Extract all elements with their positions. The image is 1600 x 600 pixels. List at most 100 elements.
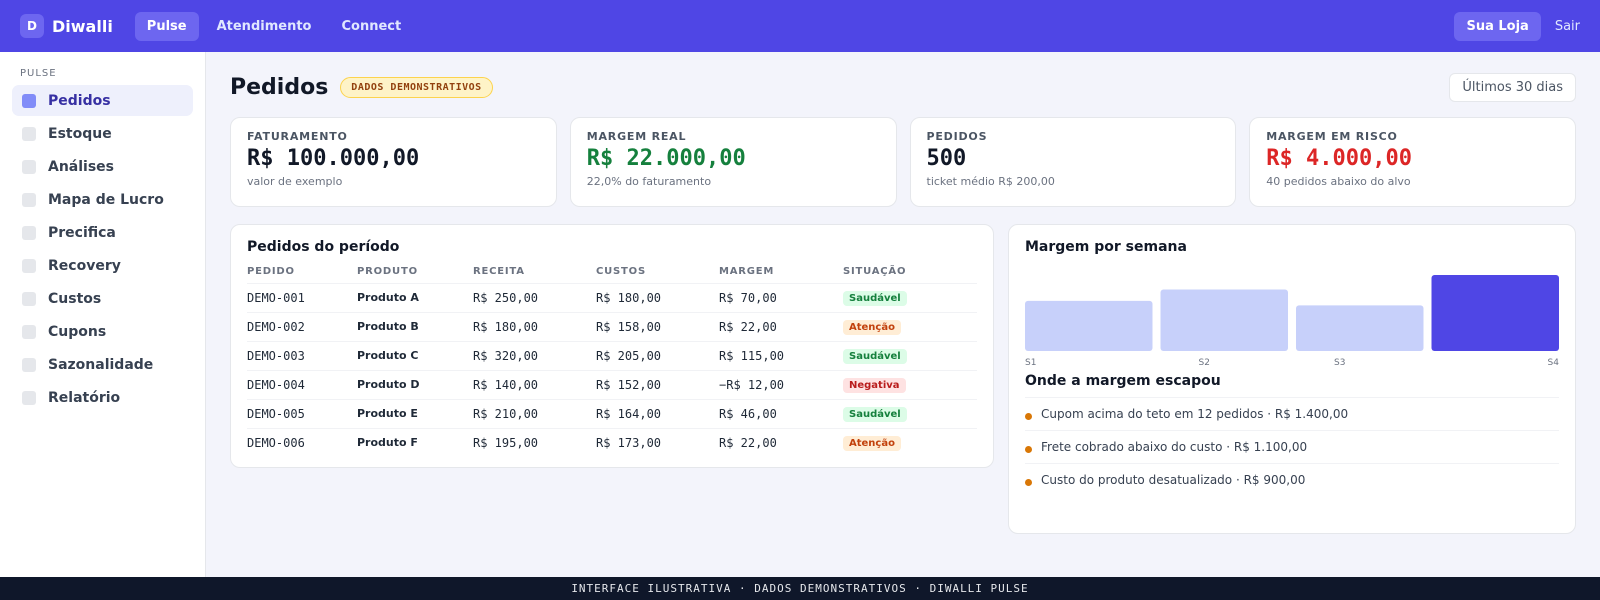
page-title: Pedidos [230,74,329,100]
list-item: Cupom acima do teto em 12 pedidos · R$ 1… [1025,397,1559,430]
order-id-cell: DEMO-001 [247,283,357,313]
status-badge: Saudável [843,348,907,364]
square-icon [22,159,36,174]
store-button[interactable]: Sua Loja [1454,11,1541,41]
square-icon [22,225,36,240]
order-id-cell: DEMO-003 [247,341,357,371]
square-icon [22,126,36,141]
kpi-subtext: 22,0% do faturamento [586,175,712,188]
leak-text: Frete cobrado abaixo do custo · R$ 1.100… [1041,440,1308,454]
costs-cell: R$ 205,00 [596,341,719,371]
sidebar-item-relatorio[interactable]: Relatório [12,382,193,413]
kpi-label: MARGEM EM RISCO [1266,130,1398,143]
order-id-cell: DEMO-006 [247,435,305,450]
status-cell: Atenção [843,428,977,457]
costs-cell: R$ 173,00 [596,435,662,450]
dot-icon [1025,413,1032,420]
margin-cell: R$ 70,00 [719,283,843,313]
costs-cell: R$ 164,00 [596,399,719,429]
sidebar-item-label: Recovery [48,257,121,274]
orders-table: PEDIDO PRODUTO RECEITA CUSTOS MARGEM SIT… [247,261,977,457]
period-selector[interactable]: Últimos 30 dias [1449,72,1576,102]
status-badge: Atenção [843,319,901,335]
product-cell: Produto D [357,370,473,400]
kpi-label: FATURAMENTO [247,130,348,143]
kpi-row: FATURAMENTO R$ 100.000,00 valor de exemp… [230,117,1576,207]
top-bar: D Diwalli Pulse Atendimento Connect Sua … [0,0,1600,52]
status-badge: Atenção [843,435,901,451]
table-row[interactable]: DEMO-004 Produto D R$ 140,00 R$ 152,00 −R$ 1… [247,370,977,400]
table-row[interactable]: DEMO-005 Produto E R$ 210,00 R$ 164,00 R$ 46… [247,399,977,429]
chart-bar-s2[interactable] [1160,289,1289,351]
column-header[interactable]: SITUAÇÃO [843,261,977,284]
kpi-subtext: valor de exemplo [247,175,343,188]
sidebar: PULSE Pedidos Estoque Análises Mapa de L… [0,52,206,577]
sidebar-item-label: Pedidos [48,92,111,109]
dot-icon [1025,446,1032,453]
nav-connect[interactable]: Connect [329,12,413,41]
margin-bar-chart: S1 S2 S3 S4 [1025,259,1559,369]
leak-title: Onde a margem escapou [1025,373,1221,389]
chart-bar-s4[interactable] [1431,275,1560,351]
sidebar-item-mapa-de-lucro[interactable]: Mapa de Lucro [12,184,193,215]
status-badge: Negativa [843,377,906,393]
sidebar-item-analises[interactable]: Análises [12,151,193,182]
status-cell: Saudável [843,283,977,313]
sidebar-item-label: Custos [48,290,102,307]
square-icon [22,93,36,108]
column-header[interactable]: PRODUTO [357,261,473,284]
costs-cell: R$ 180,00 [596,283,719,313]
nav-atendimento[interactable]: Atendimento [205,12,324,41]
page-header: Pedidos DADOS DEMONSTRATIVOS Últimos 30 … [230,72,1576,102]
sidebar-item-pedidos[interactable]: Pedidos [12,85,193,116]
square-icon [22,390,36,405]
sidebar-item-estoque[interactable]: Estoque [12,118,193,149]
sidebar-item-label: Estoque [48,125,112,142]
chart-bar-s1[interactable] [1025,300,1153,351]
orders-title: Pedidos do período [247,239,400,255]
column-header[interactable]: PEDIDO [247,261,357,284]
square-icon [22,357,36,372]
order-id-cell: DEMO-004 [247,370,357,400]
status-badge: Saudável [843,290,907,306]
margin-cell: −R$ 12,00 [719,370,843,400]
revenue-cell: R$ 210,00 [473,399,596,429]
table-row[interactable]: DEMO-003 Produto C R$ 320,00 R$ 205,00 R$ 11… [247,341,977,371]
footer-banner: INTERFACE ILUSTRATIVA · DADOS DEMONSTRAT… [0,577,1600,600]
revenue-cell: R$ 250,00 [473,283,596,313]
sidebar-item-label: Precifica [48,224,116,241]
nav-pulse[interactable]: Pulse [134,11,199,41]
kpi-label: MARGEM REAL [586,130,687,143]
sidebar-item-sazonalidade[interactable]: Sazonalidade [12,349,193,380]
table-row[interactable]: DEMO-001 Produto A R$ 250,00 R$ 180,00 R$ 70… [247,283,977,313]
sidebar-item-precifica[interactable]: Precifica [12,217,193,248]
orders-card: Pedidos do período PEDIDO PRODUTO RECEIT… [230,224,994,468]
demo-badge: DADOS DEMONSTRATIVOS [340,76,493,98]
table-row[interactable]: DEMO-006 Produto F R$ 195,00 R$ 173,00 R$ 22… [247,428,977,457]
sidebar-item-recovery[interactable]: Recovery [12,250,193,281]
kpi-subtext: ticket médio R$ 200,00 [926,175,1055,188]
column-header[interactable]: RECEITA [473,261,596,284]
app-name: Diwalli [52,16,113,36]
revenue-cell: R$ 140,00 [473,370,596,400]
logo-badge: D [20,14,44,38]
status-cell: Negativa [843,370,977,400]
sidebar-section-title: PULSE [20,68,57,79]
sidebar-item-cupons[interactable]: Cupons [12,316,193,347]
margin-chart-card: Margem por semana S1 S2 S3 S4 Onde a margem… [1008,224,1576,534]
table-row[interactable]: DEMO-002 Produto B R$ 180,00 R$ 158,00 R$ 22… [247,312,977,342]
column-header[interactable]: CUSTOS [596,261,719,284]
column-header[interactable]: MARGEM [719,261,843,284]
sidebar-item-label: Mapa de Lucro [48,191,164,208]
sidebar-item-label: Cupons [48,323,107,340]
kpi-card-margem-real: MARGEM REAL R$ 22.000,00 22,0% do fatura… [569,117,897,207]
revenue-cell: R$ 320,00 [473,341,596,371]
logout-link[interactable]: Sair [1555,19,1580,34]
kpi-card-faturamento: FATURAMENTO R$ 100.000,00 valor de exemp… [230,117,557,207]
kpi-value: R$ 4.000,00 [1266,146,1412,171]
margin-cell: R$ 22,00 [719,435,777,450]
sidebar-item-custos[interactable]: Custos [12,283,193,314]
order-id-cell: DEMO-002 [247,312,357,342]
chart-bar-s3[interactable] [1296,305,1424,351]
product-cell: Produto F [357,436,418,450]
